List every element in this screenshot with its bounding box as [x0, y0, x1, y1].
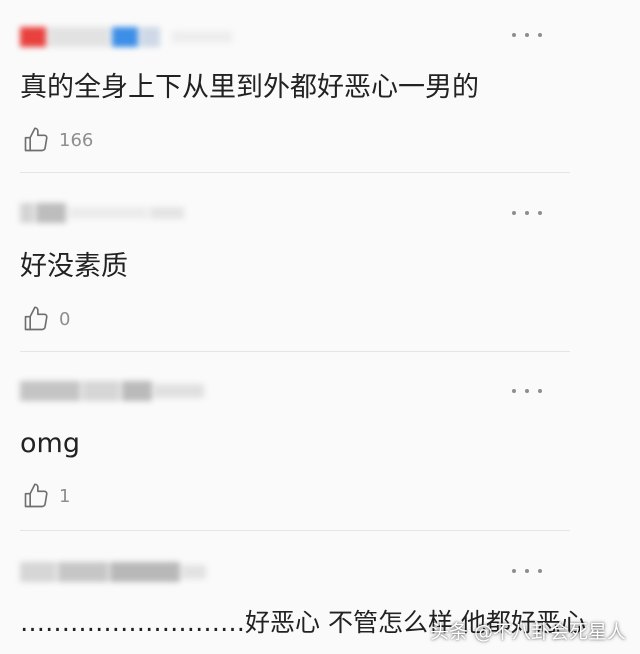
- more-icon[interactable]: [512, 566, 542, 576]
- like-count: 1: [59, 485, 71, 507]
- username-blurred[interactable]: [20, 561, 208, 583]
- like-count: 0: [59, 308, 71, 330]
- watermark: 头条 @不八卦会死星人: [429, 621, 626, 643]
- username-blurred[interactable]: [20, 202, 186, 224]
- like-button[interactable]: 1: [22, 482, 70, 510]
- thumbs-up-icon: [24, 483, 48, 508]
- username-blurred[interactable]: [20, 380, 206, 402]
- username-blurred[interactable]: [20, 26, 234, 48]
- like-button[interactable]: 166: [22, 126, 93, 154]
- comment-text: 好没素质: [20, 251, 128, 282]
- divider: [20, 530, 570, 531]
- thumbs-up-icon: [24, 127, 48, 152]
- divider: [20, 172, 570, 173]
- more-icon[interactable]: [512, 30, 542, 40]
- like-count: 166: [59, 129, 94, 151]
- like-button[interactable]: 0: [22, 305, 70, 333]
- more-icon[interactable]: [512, 386, 542, 396]
- divider: [20, 351, 570, 352]
- comment-text: 真的全身上下从里到外都好恶心一男的: [20, 72, 479, 103]
- more-icon[interactable]: [512, 208, 542, 218]
- thumbs-up-icon: [24, 306, 48, 331]
- comment-text: omg: [20, 428, 80, 459]
